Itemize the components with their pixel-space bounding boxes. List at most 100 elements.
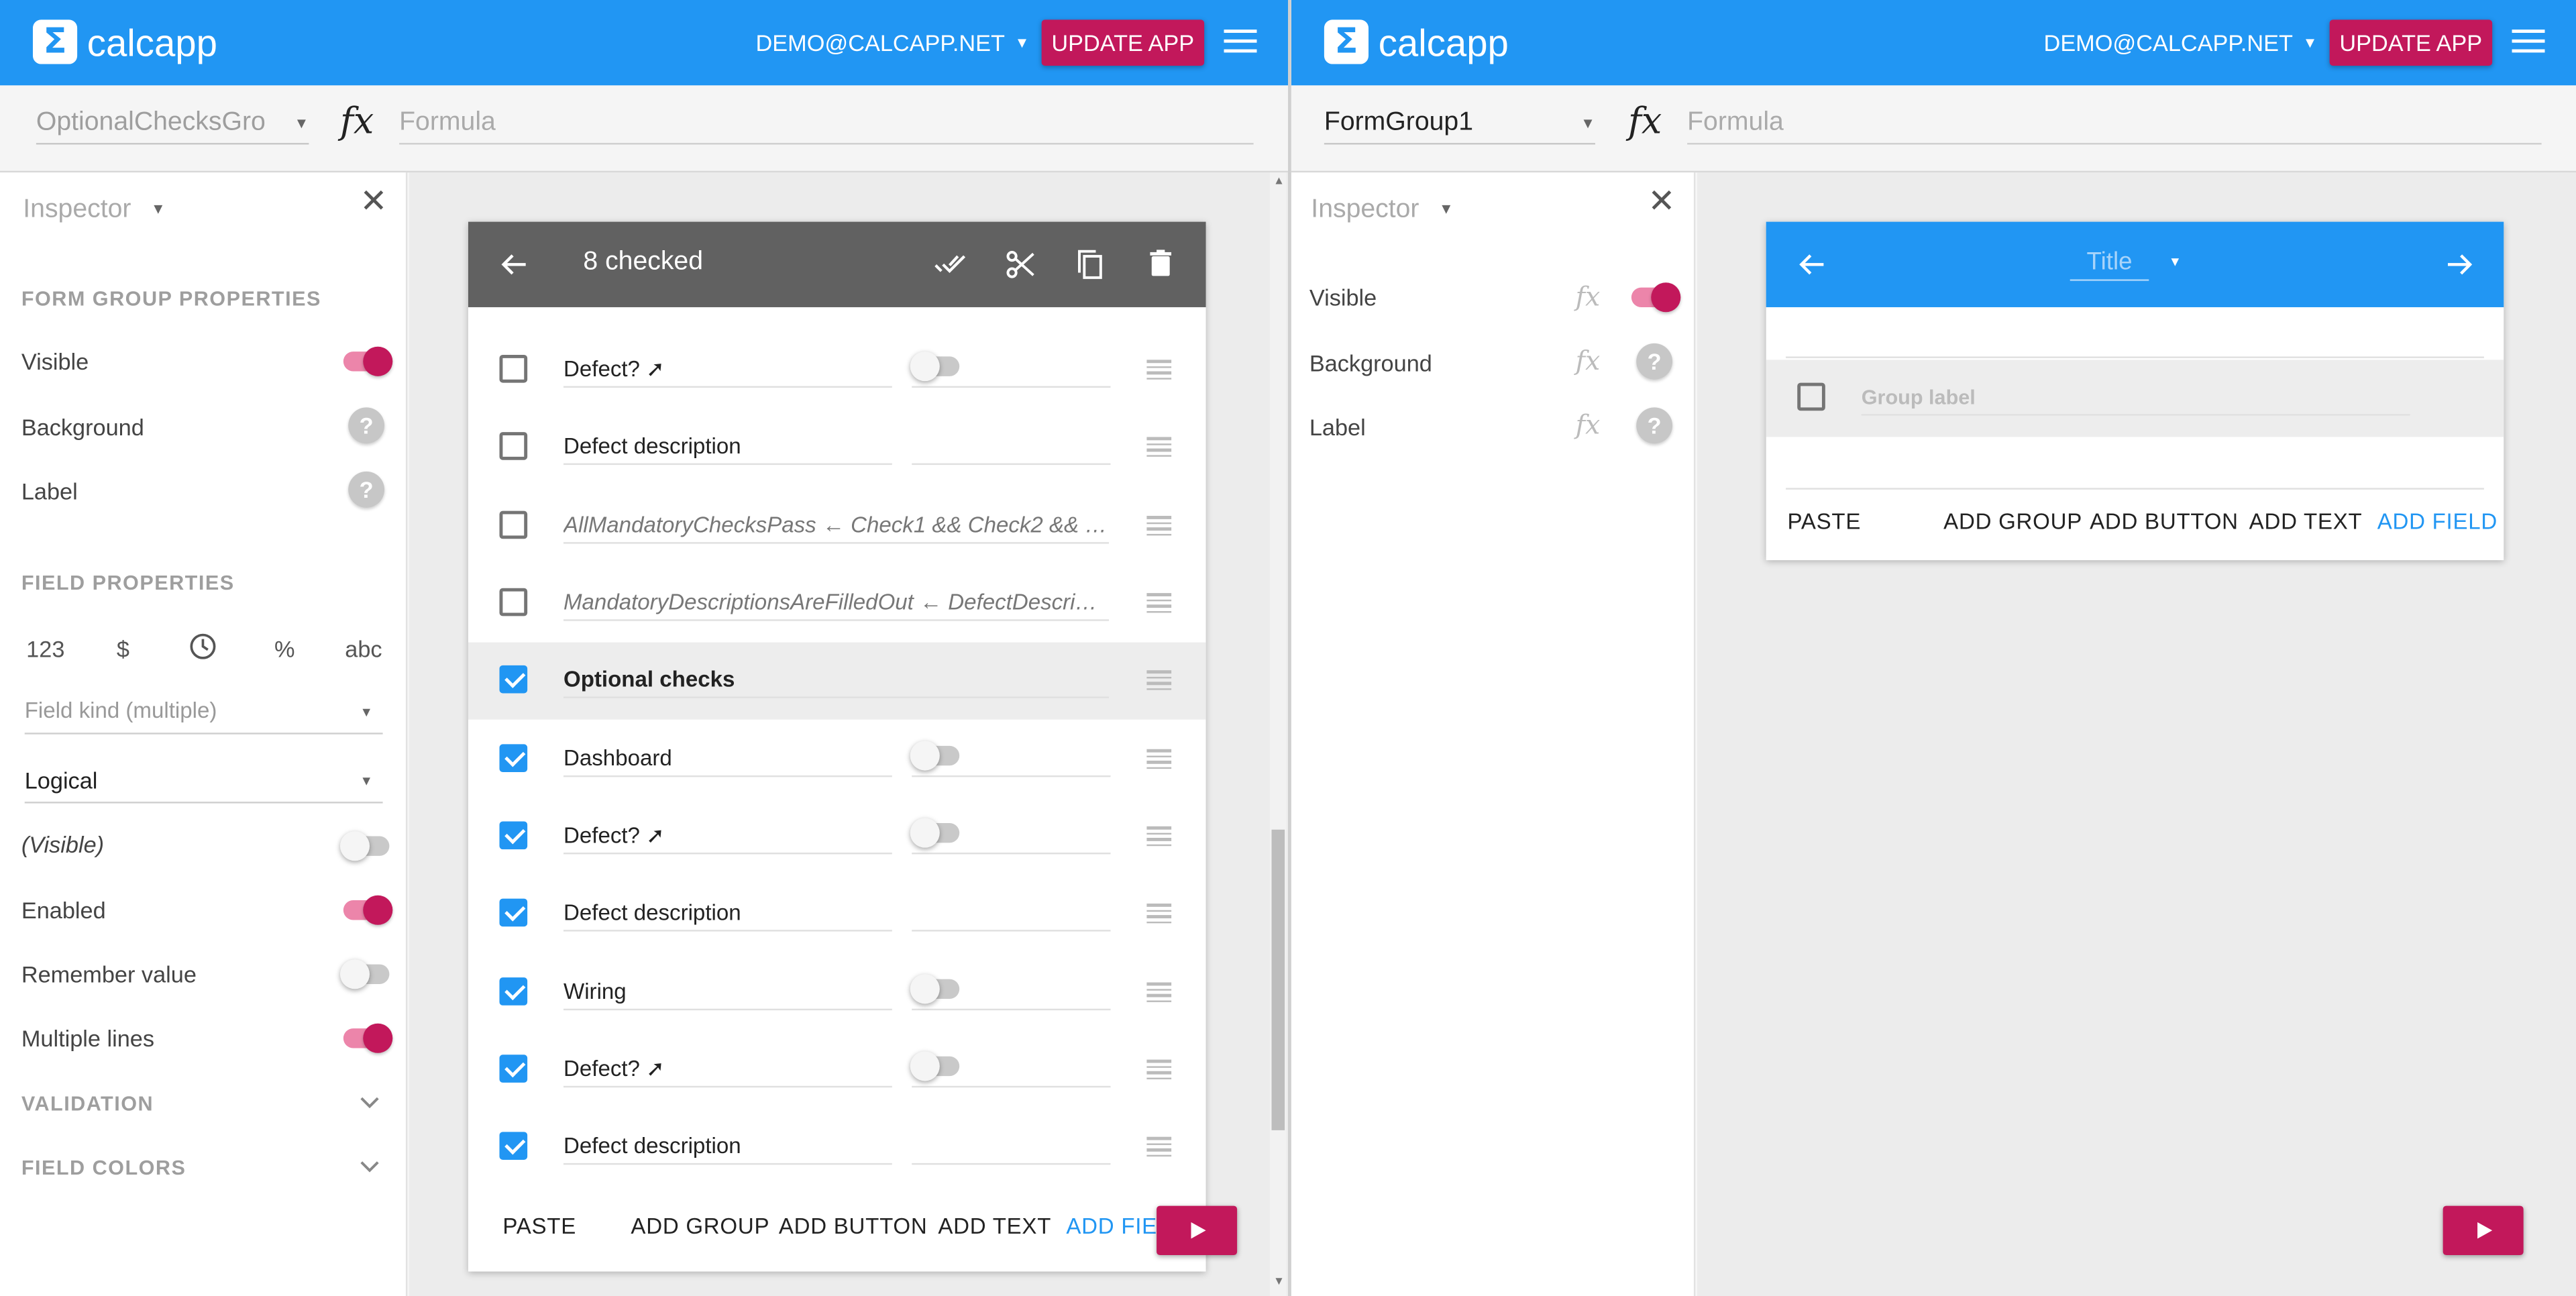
- add-field-button[interactable]: ADD FIEL: [1066, 1214, 1170, 1239]
- formula-input[interactable]: Formula: [1687, 105, 2542, 145]
- hamburger-menu-icon[interactable]: [1224, 30, 1257, 54]
- field-toggle[interactable]: [910, 741, 960, 771]
- add-button-button[interactable]: ADD BUTTON: [2090, 509, 2239, 534]
- drag-handle-icon[interactable]: [1146, 515, 1172, 536]
- field-row[interactable]: Wiring: [468, 955, 1206, 1032]
- row-checkbox[interactable]: [499, 588, 528, 616]
- add-group-button[interactable]: ADD GROUP: [1943, 509, 2082, 534]
- row-checkbox[interactable]: [1797, 382, 1825, 411]
- fx-icon[interactable]: fx: [1576, 345, 1601, 376]
- inspector-title[interactable]: Inspector ▼: [1311, 193, 1453, 227]
- help-icon[interactable]: ?: [348, 471, 385, 508]
- add-field-button[interactable]: ADD FIELD: [2377, 509, 2498, 534]
- field-text-value[interactable]: [912, 1128, 1111, 1165]
- close-icon[interactable]: ✕: [1648, 186, 1675, 219]
- preview-play-button[interactable]: [1157, 1205, 1238, 1256]
- paste-button[interactable]: PASTE: [1788, 509, 1862, 534]
- row-checkbox[interactable]: [499, 1055, 528, 1083]
- field-row[interactable]: Defect description: [468, 875, 1206, 953]
- field-kind-dropdown[interactable]: Field kind (multiple) ▼: [24, 695, 383, 735]
- row-checkbox[interactable]: [499, 744, 528, 773]
- field-label[interactable]: Wiring: [564, 974, 892, 1011]
- field-text-value[interactable]: [912, 429, 1111, 466]
- back-arrow-icon[interactable]: [501, 252, 527, 278]
- group-label[interactable]: Optional checks: [564, 662, 1110, 698]
- row-checkbox[interactable]: [499, 977, 528, 1006]
- field-label[interactable]: Defect? ➚: [564, 1051, 892, 1088]
- chevron-down-icon[interactable]: [360, 1156, 379, 1176]
- field-row[interactable]: Defect? ➚: [468, 332, 1206, 409]
- validation-section[interactable]: VALIDATION: [21, 1093, 154, 1116]
- fx-icon[interactable]: fx: [1576, 281, 1601, 313]
- hamburger-menu-icon[interactable]: [2512, 30, 2545, 54]
- text-format-button[interactable]: abc: [345, 636, 382, 662]
- enabled-toggle[interactable]: [343, 895, 393, 925]
- row-checkbox[interactable]: [499, 665, 528, 694]
- visible-toggle[interactable]: [343, 346, 393, 376]
- add-text-button[interactable]: ADD TEXT: [938, 1214, 1051, 1239]
- formula-input[interactable]: Formula: [399, 105, 1254, 145]
- remember-value-toggle[interactable]: [339, 959, 390, 989]
- paste-button[interactable]: PASTE: [502, 1214, 576, 1239]
- clock-icon[interactable]: [189, 633, 217, 661]
- number-format-button[interactable]: 123: [26, 636, 64, 662]
- field-colors-section[interactable]: FIELD COLORS: [21, 1156, 186, 1179]
- row-checkbox[interactable]: [499, 821, 528, 850]
- drag-handle-icon[interactable]: [1146, 982, 1172, 1002]
- item-selector[interactable]: OptionalChecksGro ▼: [36, 105, 309, 145]
- row-checkbox[interactable]: [499, 354, 528, 383]
- fx-icon[interactable]: fx: [1576, 409, 1601, 441]
- field-formula-label[interactable]: AllMandatoryChecksPass ← Check1 && Check…: [564, 508, 1110, 544]
- field-formula-label[interactable]: MandatoryDescriptionsAreFilledOut ← Defe…: [564, 585, 1110, 621]
- back-arrow-icon[interactable]: [1799, 252, 1825, 278]
- close-icon[interactable]: ✕: [360, 186, 387, 219]
- field-type-dropdown[interactable]: Logical ▼: [24, 764, 383, 804]
- field-label[interactable]: Defect? ➚: [564, 352, 892, 388]
- select-all-icon[interactable]: [934, 253, 967, 276]
- field-row[interactable]: Defect? ➚: [468, 1032, 1206, 1109]
- field-row[interactable]: MandatoryDescriptionsAreFilledOut ← Defe…: [468, 565, 1206, 642]
- field-label[interactable]: Defect? ➚: [564, 818, 892, 855]
- update-app-button[interactable]: UPDATE APP: [2329, 19, 2492, 66]
- field-text-value[interactable]: [912, 896, 1111, 932]
- add-text-button[interactable]: ADD TEXT: [2249, 509, 2363, 534]
- field-toggle[interactable]: [910, 818, 960, 848]
- help-icon[interactable]: ?: [1636, 407, 1673, 444]
- canvas-scrollbar[interactable]: ▲ ▼: [1270, 172, 1287, 1296]
- field-row[interactable]: Defect description: [468, 1109, 1206, 1186]
- update-app-button[interactable]: UPDATE APP: [1041, 19, 1204, 66]
- field-label[interactable]: Defect description: [564, 896, 892, 932]
- visible-formula-toggle[interactable]: [339, 831, 390, 861]
- drag-handle-icon[interactable]: [1146, 1059, 1172, 1079]
- forward-arrow-icon[interactable]: [2447, 252, 2473, 278]
- scrollbar-thumb[interactable]: [1271, 829, 1285, 1130]
- field-label[interactable]: Defect description: [564, 1128, 892, 1165]
- account-menu[interactable]: DEMO@CALCAPP.NET ▼: [756, 28, 1030, 58]
- copy-icon[interactable]: [1076, 250, 1102, 279]
- add-button-button[interactable]: ADD BUTTON: [779, 1214, 928, 1239]
- field-toggle[interactable]: [910, 1051, 960, 1081]
- row-checkbox[interactable]: [499, 510, 528, 539]
- group-label-input[interactable]: Group label: [1861, 380, 2410, 416]
- help-icon[interactable]: ?: [1636, 343, 1673, 380]
- row-checkbox[interactable]: [499, 898, 528, 927]
- multiple-lines-toggle[interactable]: [343, 1023, 393, 1053]
- drag-handle-icon[interactable]: [1146, 749, 1172, 769]
- chevron-down-icon[interactable]: [360, 1093, 379, 1112]
- account-menu[interactable]: DEMO@CALCAPP.NET ▼: [2044, 28, 2318, 58]
- percent-format-button[interactable]: %: [274, 636, 294, 662]
- field-toggle[interactable]: [910, 352, 960, 382]
- help-icon[interactable]: ?: [348, 407, 385, 444]
- drag-handle-icon[interactable]: [1146, 360, 1172, 380]
- scroll-up-icon[interactable]: ▲: [1273, 176, 1285, 187]
- preview-play-button[interactable]: [2443, 1205, 2524, 1256]
- group-row[interactable]: Optional checks: [468, 642, 1206, 720]
- row-checkbox[interactable]: [499, 432, 528, 460]
- drag-handle-icon[interactable]: [1146, 1136, 1172, 1157]
- drag-handle-icon[interactable]: [1146, 903, 1172, 924]
- field-toggle[interactable]: [910, 974, 960, 1004]
- row-checkbox[interactable]: [499, 1132, 528, 1160]
- scissors-icon[interactable]: [1006, 250, 1035, 279]
- field-row[interactable]: Defect? ➚: [468, 798, 1206, 875]
- field-row[interactable]: Dashboard: [468, 721, 1206, 798]
